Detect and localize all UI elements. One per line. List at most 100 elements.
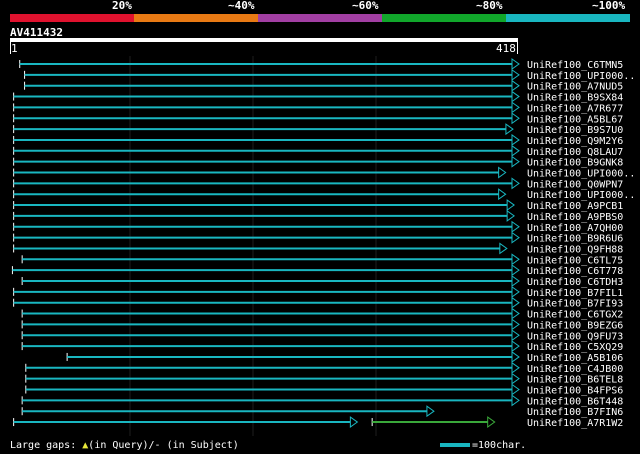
hit-row[interactable]: UniRef100_C6TL75 xyxy=(21,253,623,266)
hit-arrow-icon xyxy=(511,231,520,244)
hit-label[interactable]: UniRef100_B9EZG6 xyxy=(527,320,623,331)
hit-arrow-icon xyxy=(511,253,520,266)
hit-row[interactable]: UniRef100_C6TDH3 xyxy=(21,275,623,288)
hit-row[interactable]: UniRef100_B9SX84 xyxy=(13,90,624,104)
hit-row[interactable]: UniRef100_C5XQ29 xyxy=(21,340,623,353)
hit-label[interactable]: UniRef100_B9R6U6 xyxy=(527,234,623,245)
hit-row[interactable]: UniRef100_B9GNK8 xyxy=(13,155,624,169)
hit-arrow-icon xyxy=(511,58,520,70)
hit-row[interactable]: UniRef100_B6T448 xyxy=(21,394,623,407)
hit-arrow-icon xyxy=(511,155,520,168)
hit-arrow-icon xyxy=(499,242,508,255)
hit-label[interactable]: UniRef100_UPI000.. xyxy=(527,190,635,201)
query-gap-label: (in Query)/ xyxy=(88,440,155,451)
large-gaps-label: Large gaps: xyxy=(10,440,77,451)
hit-label[interactable]: UniRef100_C6TL75 xyxy=(527,255,623,266)
hit-row[interactable]: UniRef100_A5B106 xyxy=(66,350,623,364)
hit-row[interactable]: UniRef100_B9EZG6 xyxy=(21,318,623,331)
hit-label[interactable]: UniRef100_UPI000.. xyxy=(527,169,635,180)
large-gaps-legend: Large gaps: ▲(in Query)/- (in Subject) xyxy=(10,440,239,451)
hit-label[interactable]: UniRef100_A7QH00 xyxy=(527,223,623,234)
hit-label[interactable]: UniRef100_C6TMN5 xyxy=(527,60,623,71)
hit-label[interactable]: UniRef100_B7FI93 xyxy=(527,299,623,310)
hit-arrow-icon xyxy=(511,177,520,190)
hit-label[interactable]: UniRef100_A7NUD5 xyxy=(527,82,623,93)
hit-label[interactable]: UniRef100_B4FPS6 xyxy=(527,386,623,397)
hit-row[interactable]: UniRef100_Q9M2Y6 xyxy=(13,133,624,147)
hit-label[interactable]: UniRef100_UPI000.. xyxy=(527,71,635,82)
hit-arrow-icon xyxy=(506,209,515,222)
hit-label[interactable]: UniRef100_Q8LAU7 xyxy=(527,147,623,158)
hit-arrow-icon xyxy=(349,416,359,429)
hit-arrow-icon xyxy=(426,405,435,418)
hit-label[interactable]: UniRef100_B7FIN6 xyxy=(527,407,623,418)
hit-label[interactable]: UniRef100_Q9M2Y6 xyxy=(527,136,623,147)
hit-label[interactable]: UniRef100_C6TGX2 xyxy=(527,310,623,321)
hit-label[interactable]: UniRef100_A5B106 xyxy=(527,353,623,364)
hit-arrow-icon xyxy=(511,79,520,92)
hit-label[interactable]: UniRef100_Q9FH88 xyxy=(527,244,623,255)
hit-row[interactable]: UniRef100_A7NUD5 xyxy=(24,79,624,93)
hit-arrow-icon xyxy=(511,112,520,125)
hit-label[interactable]: UniRef100_B7FIL1 xyxy=(527,288,623,299)
hit-row[interactable]: UniRef100_A7QH00 xyxy=(13,220,624,234)
hit-label[interactable]: UniRef100_A7R677 xyxy=(527,103,623,114)
hit-row[interactable]: UniRef100_B6TEL8 xyxy=(25,372,624,386)
hit-row[interactable]: UniRef100_A9PBS0 xyxy=(13,209,624,223)
hit-label[interactable]: UniRef100_A9PBS0 xyxy=(527,212,623,223)
hit-row[interactable]: UniRef100_Q9FU73 xyxy=(21,329,623,342)
hit-row[interactable]: UniRef100_A5BL67 xyxy=(13,112,624,125)
hit-row[interactable]: UniRef100_B9R6U6 xyxy=(13,231,624,245)
hit-row[interactable]: UniRef100_B9S7U0 xyxy=(13,123,624,136)
hit-arrow-icon xyxy=(505,123,514,136)
hit-row[interactable]: UniRef100_Q8LAU7 xyxy=(13,144,624,158)
hit-row[interactable]: UniRef100_C6TGX2 xyxy=(21,307,623,321)
hit-row[interactable]: UniRef100_Q9FH88 xyxy=(13,242,624,255)
hit-label[interactable]: UniRef100_B9SX84 xyxy=(527,93,623,104)
hit-label[interactable]: UniRef100_C5XQ29 xyxy=(527,342,623,353)
hit-arrow-icon xyxy=(511,101,520,114)
hit-arrow-icon xyxy=(498,188,507,201)
hit-row[interactable]: UniRef100_C6TMN5 xyxy=(19,58,624,71)
hit-row[interactable]: UniRef100_B7FI93 xyxy=(13,296,624,310)
hit-segment2-arrow-icon xyxy=(487,416,496,429)
hit-label[interactable]: UniRef100_C6T778 xyxy=(527,266,623,277)
hit-row[interactable]: UniRef100_A7R677 xyxy=(13,101,624,114)
hit-row[interactable]: UniRef100_A9PCB1 xyxy=(13,199,624,212)
hit-label[interactable]: UniRef100_B6TEL8 xyxy=(527,375,623,386)
hit-label[interactable]: UniRef100_Q0WPN7 xyxy=(527,179,623,190)
hit-arrow-icon xyxy=(511,285,520,298)
hit-arrow-icon xyxy=(511,307,520,320)
hit-arrow-icon xyxy=(511,340,520,353)
hit-arrow-icon xyxy=(511,361,520,374)
hit-row[interactable]: UniRef100_C6T778 xyxy=(11,264,623,277)
hit-row[interactable]: UniRef100_B7FIN6 xyxy=(21,405,623,418)
hit-arrow-icon xyxy=(511,144,520,157)
hit-row[interactable]: UniRef100_B4FPS6 xyxy=(25,383,624,397)
hit-row[interactable]: UniRef100_C4JB00 xyxy=(25,361,624,375)
hit-label[interactable]: UniRef100_C4JB00 xyxy=(527,364,623,375)
hit-arrow-icon xyxy=(511,394,520,407)
scale-legend-label: =100char. xyxy=(472,440,527,451)
hit-label[interactable]: UniRef100_C6TDH3 xyxy=(527,277,623,288)
hit-arrow-icon xyxy=(511,220,520,233)
hit-arrow-icon xyxy=(511,383,520,396)
hit-arrow-icon xyxy=(511,90,520,103)
hit-label[interactable]: UniRef100_B6T448 xyxy=(527,396,623,407)
hit-row[interactable]: UniRef100_A7R1W2 xyxy=(13,416,624,429)
hit-row[interactable]: UniRef100_UPI000.. xyxy=(13,188,636,201)
hit-row[interactable]: UniRef100_UPI000.. xyxy=(13,166,636,180)
hit-label[interactable]: UniRef100_A5BL67 xyxy=(527,114,623,125)
hit-row[interactable]: UniRef100_Q0WPN7 xyxy=(13,177,624,190)
hit-label[interactable]: UniRef100_A9PCB1 xyxy=(527,201,623,212)
hit-row[interactable]: UniRef100_B7FIL1 xyxy=(13,285,624,299)
hit-arrow-icon xyxy=(511,372,520,385)
hit-label[interactable]: UniRef100_Q9FU73 xyxy=(527,331,623,342)
hit-label[interactable]: UniRef100_B9S7U0 xyxy=(527,125,623,136)
hit-arrow-icon xyxy=(511,68,520,81)
hit-label[interactable]: UniRef100_B9GNK8 xyxy=(527,158,623,169)
hit-arrow-icon xyxy=(511,264,520,277)
hit-arrow-icon xyxy=(511,275,520,287)
hit-row[interactable]: UniRef100_UPI000.. xyxy=(24,68,636,82)
hit-label[interactable]: UniRef100_A7R1W2 xyxy=(527,418,623,429)
